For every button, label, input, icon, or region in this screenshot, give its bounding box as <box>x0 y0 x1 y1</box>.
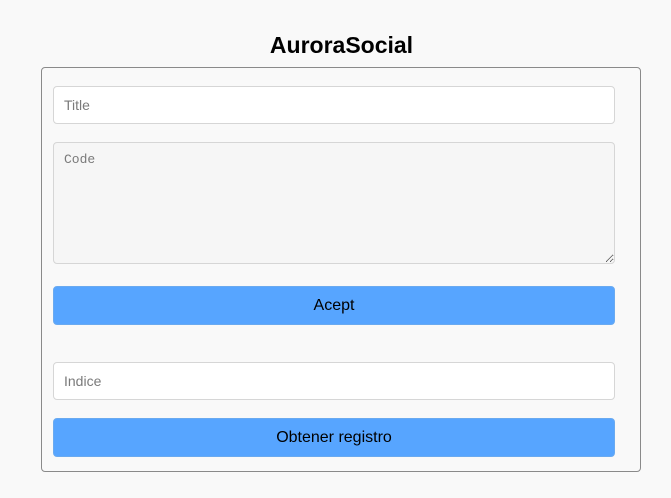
get-record-button[interactable]: Obtener registro <box>53 418 615 457</box>
code-textarea[interactable] <box>53 142 615 264</box>
accept-button[interactable]: Acept <box>53 286 615 325</box>
page-title: AuroraSocial <box>269 32 414 59</box>
index-input[interactable] <box>53 362 615 400</box>
title-input[interactable] <box>53 86 615 124</box>
post-form-card: Acept Obtener registro <box>41 67 641 472</box>
